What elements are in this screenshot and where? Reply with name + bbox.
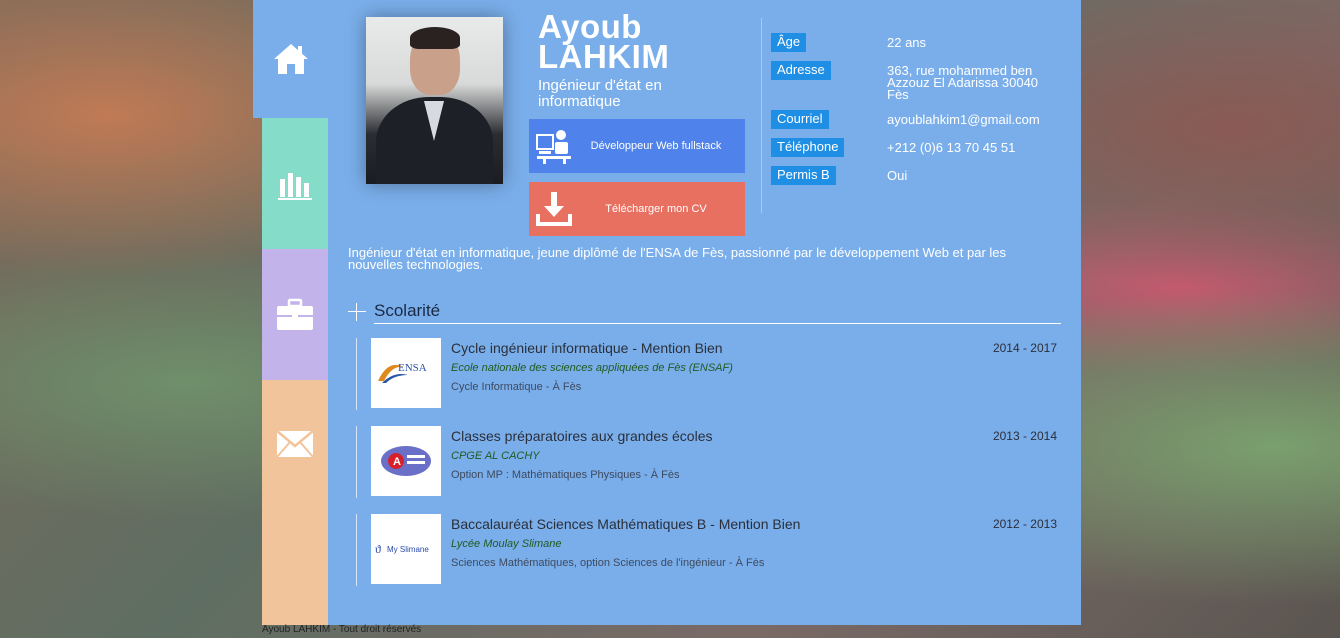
info-value-address: 363, rue mohammed ben Azzouz El Adarissa… bbox=[887, 63, 1039, 102]
briefcase-icon bbox=[277, 298, 313, 330]
nav-tab-contact[interactable] bbox=[262, 380, 328, 625]
timeline-line bbox=[356, 514, 357, 586]
education-item: ENSA Cycle ingénieur informatique - Ment… bbox=[356, 338, 1061, 410]
info-label-email: Courriel bbox=[771, 110, 829, 129]
developer-button[interactable]: Développeur Web fullstack bbox=[529, 119, 745, 173]
section-schooling-header[interactable]: Scolarité bbox=[348, 300, 1061, 324]
education-title: Baccalauréat Sciences Mathématiques B - … bbox=[451, 516, 801, 532]
info-label-age: Âge bbox=[771, 33, 807, 52]
education-item: A Classes préparatoires aux grandes écol… bbox=[356, 426, 1061, 498]
profile-title: Ingénieur d'état en informatique bbox=[538, 77, 662, 110]
sidebar-nav bbox=[253, 0, 329, 625]
info-label-address: Adresse bbox=[771, 61, 831, 80]
education-title: Cycle ingénieur informatique - Mention B… bbox=[451, 340, 723, 356]
ensa-logo-graphic: ENSA bbox=[378, 362, 427, 383]
download-cv-button[interactable]: Télécharger mon CV bbox=[529, 182, 745, 236]
lycee-logo: ϑ My Slimane bbox=[371, 514, 441, 584]
footer-copyright: Ayoub LAHKIM - Tout droit réservés bbox=[262, 624, 422, 635]
education-detail: Option MP : Mathématiques Physiques - À … bbox=[451, 469, 680, 481]
svg-text:My Slimane: My Slimane bbox=[387, 545, 429, 554]
svg-text:A: A bbox=[393, 456, 401, 468]
education-detail: Sciences Mathématiques, option Sciences … bbox=[451, 557, 765, 569]
education-school: Ecole nationale des sciences appliquées … bbox=[451, 362, 733, 374]
cpge-logo-graphic: A bbox=[381, 446, 431, 476]
info-value-license: Oui bbox=[887, 168, 908, 183]
nav-tab-skills[interactable] bbox=[262, 118, 328, 249]
education-item: ϑ My Slimane Baccalauréat Sciences Mathé… bbox=[356, 514, 1061, 586]
education-school: CPGE AL CACHY bbox=[451, 450, 540, 462]
home-icon bbox=[274, 44, 308, 74]
info-value-phone: +212 (0)6 13 70 45 51 bbox=[887, 140, 1016, 155]
timeline-line bbox=[356, 426, 357, 498]
education-title: Classes préparatoires aux grandes écoles bbox=[451, 428, 713, 444]
ensa-logo: ENSA bbox=[371, 338, 441, 408]
info-value-email[interactable]: ayoublahkim1@gmail.com bbox=[887, 113, 1077, 126]
nav-tab-home[interactable] bbox=[253, 0, 329, 118]
section-title: Scolarité bbox=[374, 301, 441, 320]
envelope-icon bbox=[276, 430, 314, 458]
download-cv-label: Télécharger mon CV bbox=[605, 203, 707, 215]
education-school: Lycée Moulay Slimane bbox=[451, 538, 562, 550]
nav-tab-experience[interactable] bbox=[262, 249, 328, 380]
svg-text:ϑ: ϑ bbox=[375, 542, 381, 556]
bar-chart-icon bbox=[278, 172, 312, 200]
svg-text:ENSA: ENSA bbox=[398, 362, 427, 374]
developer-button-label: Développeur Web fullstack bbox=[590, 140, 722, 152]
info-label-license: Permis B bbox=[771, 166, 836, 185]
last-name: LAHKIM bbox=[538, 38, 670, 75]
vertical-divider bbox=[761, 18, 762, 213]
profile-panel: Ayoub LAHKIM Ingénieur d'état en informa… bbox=[328, 0, 1081, 625]
developer-icon bbox=[536, 130, 571, 164]
info-value-age: 22 ans bbox=[887, 35, 927, 50]
profile-bio: Ingénieur d'état en informatique, jeune … bbox=[348, 245, 1007, 272]
cpge-logo: A bbox=[371, 426, 441, 496]
download-icon bbox=[536, 192, 572, 226]
section-underline bbox=[374, 323, 1061, 324]
education-detail: Cycle Informatique - À Fès bbox=[451, 381, 582, 393]
education-years: 2012 - 2013 bbox=[992, 517, 1057, 531]
profile-photo bbox=[366, 17, 503, 184]
timeline-line bbox=[356, 338, 357, 410]
profile-name: Ayoub LAHKIM bbox=[538, 10, 670, 75]
plus-icon[interactable] bbox=[348, 303, 366, 321]
education-years: 2014 - 2017 bbox=[992, 341, 1057, 355]
lycee-logo-graphic: ϑ My Slimane bbox=[375, 542, 429, 556]
info-label-phone: Téléphone bbox=[771, 138, 845, 157]
education-years: 2013 - 2014 bbox=[992, 429, 1057, 443]
